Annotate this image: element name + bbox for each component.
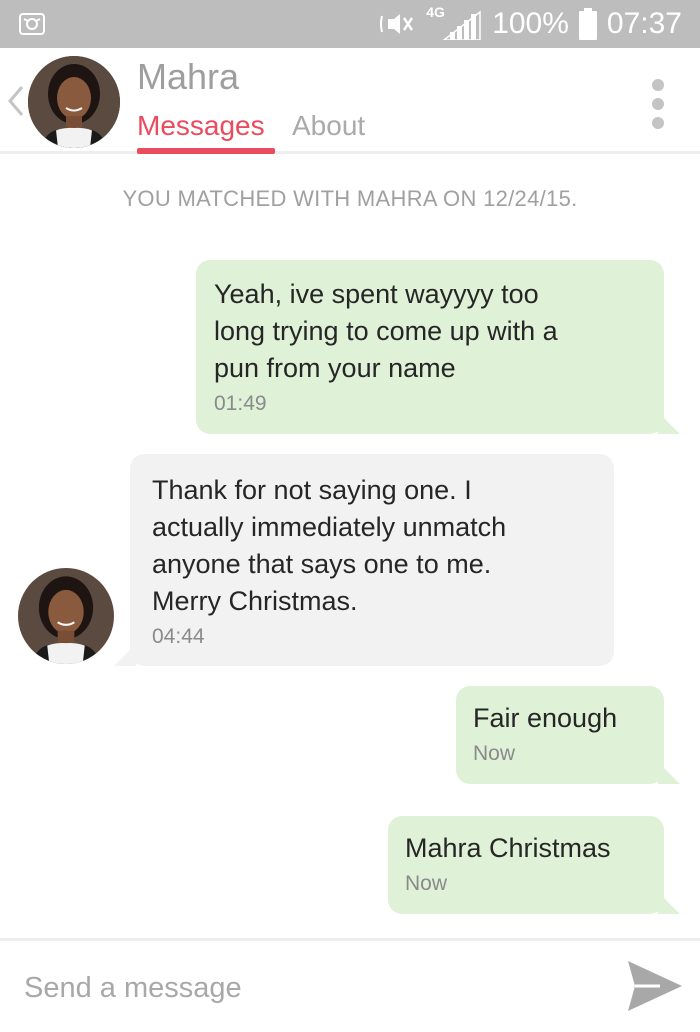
message-text: Thank for not saying one. I actually imm… xyxy=(152,475,507,616)
more-options-icon[interactable] xyxy=(650,78,666,130)
message-bubble-incoming[interactable]: Thank for not saying one. I actually imm… xyxy=(114,454,614,666)
status-bar: 4G 100% 07:37 xyxy=(0,0,700,48)
bubble-tail xyxy=(114,644,136,666)
tab-about[interactable]: About xyxy=(292,110,365,142)
contact-name: Mahra xyxy=(137,56,240,97)
signal-icon xyxy=(442,10,481,40)
avatar[interactable] xyxy=(18,568,114,664)
battery-percent: 100% xyxy=(492,7,569,40)
message-text: Mahra Christmas xyxy=(405,833,611,863)
bubble-tail xyxy=(658,892,680,914)
message-composer xyxy=(0,938,700,1032)
bubble-tail xyxy=(658,412,680,434)
bubble-tail xyxy=(658,762,680,784)
back-icon[interactable] xyxy=(6,84,26,118)
clock: 07:37 xyxy=(606,7,682,40)
message-time: Now xyxy=(473,742,516,765)
message-time: 04:44 xyxy=(152,625,205,648)
message-text: Fair enough xyxy=(473,703,618,733)
message-input[interactable] xyxy=(24,965,584,1011)
chat-header: Mahra Messages About xyxy=(0,48,700,154)
mute-icon xyxy=(380,14,414,34)
message-time: Now xyxy=(405,872,448,895)
battery-icon xyxy=(578,8,597,40)
app-notification-icon xyxy=(19,13,45,35)
avatar[interactable] xyxy=(28,56,120,148)
message-bubble-outgoing[interactable]: Yeah, ive spent wayyyy too long trying t… xyxy=(196,260,680,434)
message-bubble-outgoing[interactable]: Fair enough Now xyxy=(456,686,680,784)
message-bubble-outgoing[interactable]: Mahra Christmas Now xyxy=(388,816,680,914)
match-banner: YOU MATCHED WITH MAHRA ON 12/24/15. xyxy=(122,186,578,211)
active-tab-indicator xyxy=(137,148,275,154)
message-time: 01:49 xyxy=(214,392,267,415)
message-text: Yeah, ive spent wayyyy too long trying t… xyxy=(214,279,558,383)
send-icon[interactable] xyxy=(626,959,684,1013)
network-indicator: 4G xyxy=(426,4,482,42)
tab-messages[interactable]: Messages xyxy=(137,110,265,142)
